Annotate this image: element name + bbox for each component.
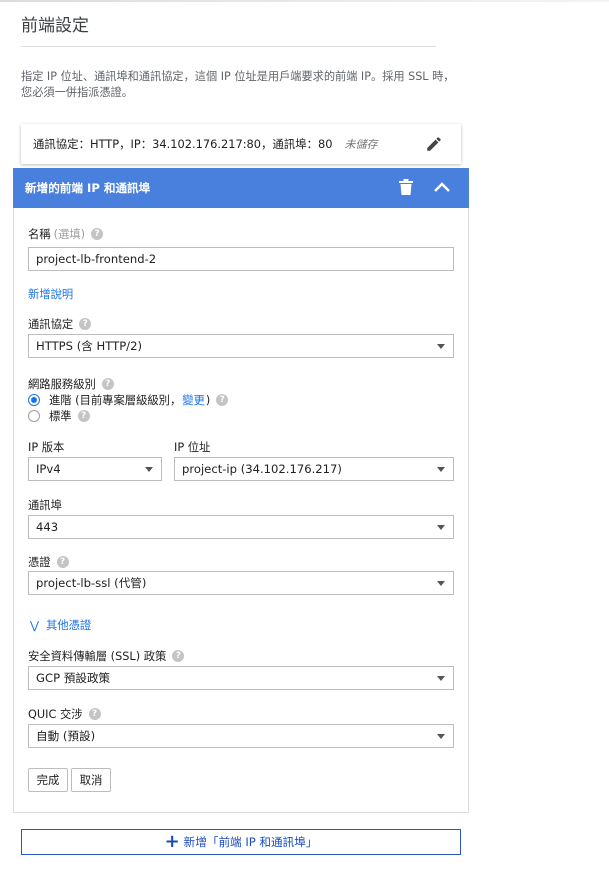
help-circle-icon[interactable]: ? — [88, 708, 101, 720]
existing-frontend-summary[interactable]: 通訊協定：HTTP，IP：34.102.176.217:80，通訊埠：80 未儲… — [21, 124, 461, 164]
dropdown-arrow-icon — [437, 734, 445, 739]
certificate-label-text: 憑證 — [28, 556, 51, 569]
name-input[interactable]: project-lb-frontend-2 — [28, 247, 454, 271]
name-label-text: 名稱 — [28, 228, 51, 241]
certificate-label: 憑證 ? — [28, 554, 69, 570]
dropdown-arrow-icon — [437, 676, 445, 681]
help-circle-icon[interactable]: ? — [216, 394, 229, 406]
optional-text: (選填) — [53, 228, 86, 241]
network-tier-label-text: 網路服務級別 — [28, 378, 96, 391]
premium-label-suffix: ) — [205, 393, 211, 407]
ip-version-value: IPv4 — [36, 462, 61, 476]
dropdown-arrow-icon — [437, 581, 445, 586]
tier-option-standard[interactable]: 標準 ? — [28, 408, 90, 424]
dropdown-arrow-icon — [437, 344, 445, 349]
protocol-select[interactable]: HTTPS (含 HTTP/2) — [28, 334, 454, 358]
certificate-value: project-lb-ssl (代管) — [36, 576, 147, 590]
title-divider — [21, 46, 436, 47]
panel-header[interactable]: 新增的前端 IP 和通訊埠 — [13, 168, 469, 208]
quic-label-text: QUIC 交涉 — [28, 708, 83, 721]
network-tier-label: 網路服務級別 ? — [28, 376, 114, 392]
name-value: project-lb-frontend-2 — [36, 252, 157, 266]
port-value: 443 — [36, 520, 59, 534]
dropdown-arrow-icon — [145, 467, 153, 472]
standard-label: 標準 — [49, 410, 72, 423]
certificate-select[interactable]: project-lb-ssl (代管) — [28, 571, 454, 595]
port-label: 通訊埠 — [28, 499, 62, 512]
protocol-label: 通訊協定 ? — [28, 316, 92, 332]
top-shadow-line — [0, 0, 609, 2]
help-circle-icon[interactable]: ? — [101, 378, 114, 390]
name-label: 名稱 (選填) ? — [28, 226, 104, 242]
help-circle-icon[interactable]: ? — [79, 318, 92, 330]
chevron-up-icon[interactable] — [433, 180, 451, 194]
ip-version-label: IP 版本 — [28, 441, 65, 454]
add-frontend-button[interactable]: + 新增「前端 IP 和通訊埠」 — [21, 829, 461, 855]
chevron-double-down-icon: ⋁ — [30, 618, 40, 632]
add-description-link[interactable]: 新增說明 — [28, 286, 73, 302]
cancel-button[interactable]: 取消 — [71, 768, 111, 792]
ssl-policy-label-text: 安全資料傳輸層 (SSL) 政策 — [28, 650, 167, 663]
help-circle-icon[interactable]: ? — [77, 410, 90, 422]
ssl-policy-value: GCP 預設政策 — [36, 671, 111, 685]
ip-address-value: project-ip (34.102.176.217) — [182, 462, 342, 476]
trash-icon[interactable] — [399, 179, 413, 195]
quic-value: 自動 (預設) — [36, 729, 96, 743]
ip-address-select[interactable]: project-ip (34.102.176.217) — [174, 457, 454, 481]
ip-version-select[interactable]: IPv4 — [28, 457, 162, 481]
help-circle-icon[interactable]: ? — [91, 228, 104, 240]
page-title: 前端設定 — [21, 16, 89, 36]
panel-title: 新增的前端 IP 和通訊埠 — [25, 181, 151, 195]
ssl-policy-select[interactable]: GCP 預設政策 — [28, 666, 454, 690]
radio-premium[interactable] — [28, 394, 40, 406]
plus-icon: + — [164, 831, 180, 852]
more-certificates-label: 其他憑證 — [46, 619, 92, 632]
more-certificates-toggle[interactable]: ⋁ 其他憑證 — [30, 617, 91, 633]
done-button[interactable]: 完成 — [28, 768, 68, 792]
summary-text: 通訊協定：HTTP，IP：34.102.176.217:80，通訊埠：80 — [33, 137, 333, 151]
change-tier-link[interactable]: 變更 — [182, 392, 205, 408]
dropdown-arrow-icon — [437, 467, 445, 472]
protocol-label-text: 通訊協定 — [28, 318, 74, 331]
unsaved-status: 未儲存 — [344, 138, 378, 151]
radio-standard[interactable] — [28, 410, 40, 422]
help-circle-icon[interactable]: ? — [172, 650, 185, 662]
dropdown-arrow-icon — [437, 525, 445, 530]
quic-label: QUIC 交涉 ? — [28, 706, 101, 722]
ssl-policy-label: 安全資料傳輸層 (SSL) 政策 ? — [28, 648, 185, 664]
page-description: 指定 IP 位址、通訊埠和通訊協定，這個 IP 位址是用戶端要求的前端 IP。採… — [21, 70, 455, 99]
quic-select[interactable]: 自動 (預設) — [28, 724, 454, 748]
add-frontend-label: 新增「前端 IP 和通訊埠」 — [183, 835, 318, 849]
protocol-value: HTTPS (含 HTTP/2) — [36, 339, 142, 353]
premium-label: 進階 (目前專案層級級別， — [49, 394, 182, 407]
pencil-icon[interactable] — [425, 135, 443, 153]
port-select[interactable]: 443 — [28, 515, 454, 539]
ip-address-label: IP 位址 — [174, 441, 211, 454]
help-circle-icon[interactable]: ? — [56, 556, 69, 568]
tier-option-premium[interactable]: 進階 (目前專案層級級別， 變更 ) ? — [28, 392, 229, 408]
